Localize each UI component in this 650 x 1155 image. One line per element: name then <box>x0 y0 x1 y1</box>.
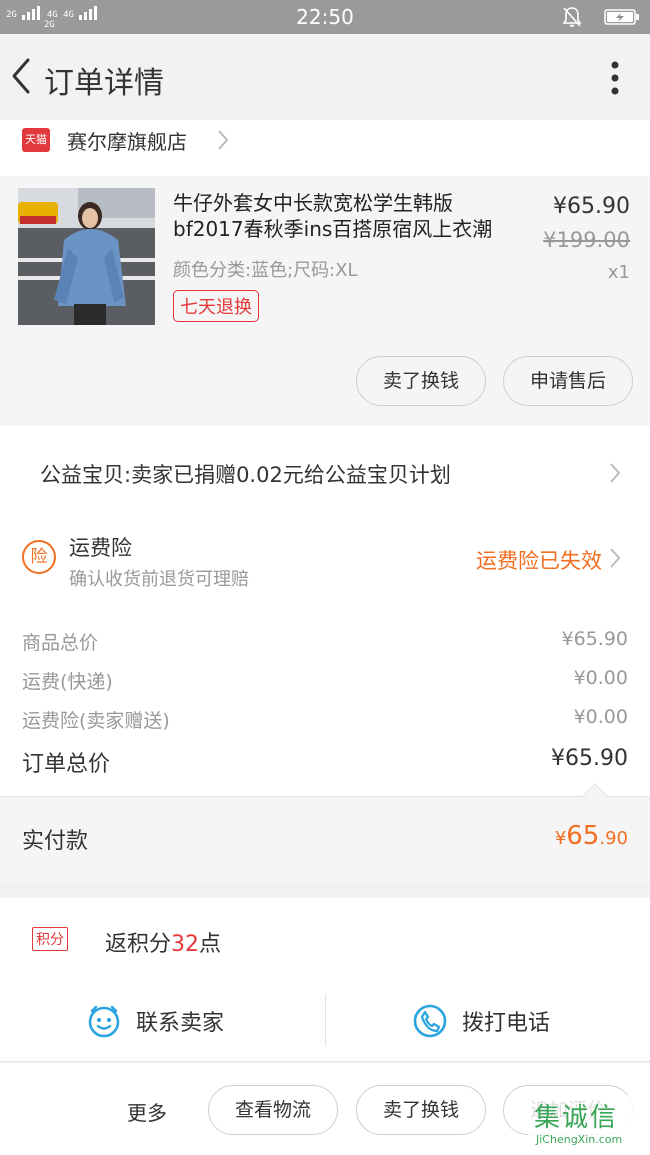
product-card[interactable]: 牛仔外套女中长款宽松学生韩版 bf2017春秋季ins百搭原宿风上衣潮 颜色分类… <box>0 176 650 426</box>
actual-payment-label: 实付款 <box>22 829 89 854</box>
charity-row[interactable]: 公益宝贝:卖家已捐赠0.02元给公益宝贝计划 <box>0 426 650 520</box>
points-suffix: 点 <box>199 932 222 957</box>
call-phone-label: 拨打电话 <box>462 1011 551 1036</box>
more-label[interactable]: 更多 <box>127 1097 167 1126</box>
detail-row-goods-total: 商品总价 ¥65.90 <box>22 628 628 658</box>
divider <box>325 994 326 1046</box>
detail-row-order-total: 订单总价 ¥65.90 <box>22 746 628 777</box>
detail-value: ¥0.00 <box>573 706 628 728</box>
order-detail-page: 2G 4G 4G 2G 22:50 订单详情 天猫 赛尔摩旗舰店 牛仔外套女中长… <box>0 0 650 1155</box>
seven-day-return-badge: 七天退换 <box>173 290 259 322</box>
more-vertical-icon[interactable] <box>610 60 620 96</box>
amount-integer: 65 <box>566 821 600 851</box>
actual-payment-row: 实付款 ¥65.90 <box>0 783 650 882</box>
site-watermark-logo: 集诚信 JiChengXin.com <box>528 1095 646 1153</box>
shipping-insurance-row[interactable]: 险 运费险 确认收货前退货可理赔 运费险已失效 <box>0 520 650 600</box>
product-title-line1: 牛仔外套女中长款宽松学生韩版 <box>173 191 453 215</box>
charity-text: 公益宝贝:卖家已捐赠0.02元给公益宝贝计划 <box>40 463 451 487</box>
detail-label: 运费(快递) <box>22 671 113 693</box>
clock: 22:50 <box>296 5 354 29</box>
sell-for-cash-button[interactable]: 卖了换钱 <box>356 356 486 406</box>
product-original-price: ¥199.00 <box>543 228 630 252</box>
chevron-right-icon <box>218 130 229 150</box>
points-text: 返积分32点 <box>105 926 221 958</box>
status-bar: 2G 4G 4G 2G 22:50 <box>0 0 650 34</box>
sell-for-cash-bottom-button[interactable]: 卖了换钱 <box>356 1085 486 1135</box>
amount-decimal: .90 <box>599 828 628 849</box>
insurance-title: 运费险 <box>69 536 132 560</box>
product-title[interactable]: 牛仔外套女中长款宽松学生韩版 bf2017春秋季ins百搭原宿风上衣潮 <box>173 190 513 242</box>
detail-value: ¥65.90 <box>561 628 628 650</box>
detail-row-insurance: 运费险(卖家赠送) ¥0.00 <box>22 706 628 736</box>
points-row: 积分 返积分32点 <box>0 898 650 982</box>
contact-bar: 联系卖家 拨打电话 <box>0 982 650 1062</box>
page-title: 订单详情 <box>44 66 164 101</box>
actual-payment-value: ¥65.90 <box>555 821 628 851</box>
product-price: ¥65.90 <box>553 194 630 219</box>
product-spec: 颜色分类:蓝色;尺码:XL <box>173 260 358 281</box>
battery-charging-icon <box>604 9 639 25</box>
tmall-icon: 天猫 <box>22 128 50 152</box>
insurance-status: 运费险已失效 <box>476 549 602 573</box>
insurance-subtitle: 确认收货前退货可理赔 <box>69 569 249 590</box>
apply-after-sales-button[interactable]: 申请售后 <box>503 356 633 406</box>
back-arrow-icon[interactable] <box>8 56 34 96</box>
view-logistics-button[interactable]: 查看物流 <box>208 1085 338 1135</box>
status-icons <box>562 6 640 28</box>
order-total-value: ¥65.90 <box>551 746 628 771</box>
shop-row[interactable]: 天猫 赛尔摩旗舰店 <box>0 120 650 176</box>
price-details: 商品总价 ¥65.90 运费(快递) ¥0.00 运费险(卖家赠送) ¥0.00… <box>0 600 650 796</box>
currency-symbol: ¥ <box>554 828 567 849</box>
shop-name: 赛尔摩旗舰店 <box>67 130 187 154</box>
watermark-title: 集诚信 <box>534 1103 619 1133</box>
phone-icon <box>413 1004 447 1038</box>
chevron-right-icon <box>610 463 621 483</box>
app-header: 订单详情 <box>0 34 650 120</box>
chevron-right-icon <box>610 548 621 568</box>
contact-seller-button[interactable]: 联系卖家 <box>86 1000 224 1042</box>
points-prefix: 返积分 <box>105 932 172 957</box>
order-total-label: 订单总价 <box>22 752 111 777</box>
insurance-icon: 险 <box>22 540 56 574</box>
product-quantity: x1 <box>607 262 630 283</box>
call-phone-button[interactable]: 拨打电话 <box>412 1000 550 1042</box>
detail-value: ¥0.00 <box>573 667 628 689</box>
detail-label: 运费险(卖家赠送) <box>22 710 170 732</box>
detail-row-shipping: 运费(快递) ¥0.00 <box>22 667 628 697</box>
contact-seller-label: 联系卖家 <box>136 1011 225 1036</box>
product-photo-illustration <box>18 188 155 325</box>
chat-face-icon <box>88 1005 120 1038</box>
detail-label: 商品总价 <box>22 632 99 654</box>
points-count: 32 <box>171 932 200 957</box>
product-title-line2: bf2017春秋季ins百搭原宿风上衣潮 <box>173 217 493 241</box>
watermark-url: JiChengXin.com <box>536 1133 623 1146</box>
product-image[interactable] <box>18 188 155 325</box>
points-badge: 积分 <box>32 927 68 951</box>
mute-bell-icon <box>562 7 582 27</box>
